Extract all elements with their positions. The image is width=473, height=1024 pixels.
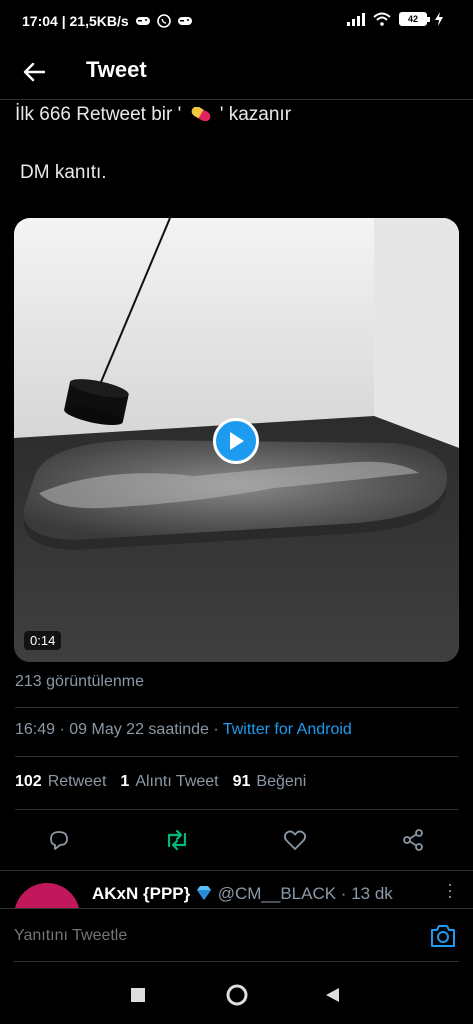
like-count: 91	[232, 773, 251, 790]
page-title: Tweet	[86, 57, 147, 82]
circle-icon	[226, 984, 248, 1006]
divider	[15, 756, 458, 757]
reply-header: AKxN {PPP} @CM__BLACK · 13 dk	[92, 883, 393, 904]
reply-author-name: AKxN {PPP}	[92, 884, 191, 903]
charging-icon	[435, 12, 443, 26]
divider	[14, 961, 459, 962]
tweet-source-link[interactable]: Twitter for Android	[223, 721, 352, 738]
reply-button[interactable]	[45, 826, 73, 854]
pill-emoji-icon	[191, 107, 210, 121]
system-navigation-bar	[0, 964, 473, 1024]
tweet-stats: 102 Retweet 1 Alıntı Tweet 91 Beğeni	[15, 773, 320, 791]
wifi-icon	[373, 12, 391, 26]
retweet-count: 102	[15, 773, 42, 790]
retweet-label: Retweet	[47, 773, 107, 790]
tweet-text-line-2: DM kanıtı.	[20, 162, 107, 183]
reply-composer	[0, 908, 473, 964]
tweet-text-after-emoji: ' kazanır	[219, 104, 292, 125]
like-button[interactable]	[281, 826, 309, 854]
camera-icon[interactable]	[429, 923, 457, 949]
quote-count: 1	[120, 773, 130, 790]
divider	[15, 707, 458, 708]
reply-preview[interactable]: AKxN {PPP} @CM__BLACK · 13 dk · · ·	[0, 870, 473, 910]
tweet-text-before-emoji: İlk 666 Retweet bir '	[15, 104, 182, 125]
battery-icon: 42	[399, 12, 430, 26]
status-time: 17:04 | 21,5KB/s	[22, 13, 129, 29]
home-button[interactable]	[226, 984, 248, 1011]
status-left: 17:04 | 21,5KB/s	[22, 13, 193, 29]
triangle-back-icon	[326, 988, 339, 1002]
tweet-actions	[0, 822, 473, 858]
reply-icon	[50, 831, 68, 850]
quote-label: Alıntı Tweet	[135, 773, 219, 790]
reply-handle-time: @CM__BLACK · 13 dk	[217, 884, 393, 903]
like-stat[interactable]: 91 Beğeni	[233, 773, 307, 791]
retweet-button[interactable]	[163, 826, 191, 854]
whatsapp-icon	[156, 14, 171, 28]
status-right: 42	[347, 12, 443, 26]
divider	[15, 809, 458, 810]
tweet-meta: 16:49 · 09 May 22 saatinde · Twitter for…	[15, 721, 352, 739]
quote-stat[interactable]: 1 Alıntı Tweet	[120, 773, 218, 791]
more-options-icon[interactable]: · · ·	[447, 875, 453, 905]
tweet-video[interactable]: 0:14	[14, 218, 459, 662]
share-button[interactable]	[399, 826, 427, 854]
retweet-icon	[167, 829, 187, 851]
like-label: Beğeni	[256, 773, 307, 790]
tweet-timestamp: 16:49 · 09 May 22 saatinde ·	[15, 721, 219, 738]
game-controller-icon	[177, 17, 192, 25]
recent-apps-button[interactable]	[131, 988, 145, 1007]
view-count: 213 görüntülenme	[15, 673, 144, 690]
avatar[interactable]	[14, 883, 80, 910]
retweet-stat[interactable]: 102 Retweet	[15, 773, 106, 791]
battery-level: 42	[407, 14, 418, 24]
video-duration: 0:14	[24, 631, 62, 650]
heart-icon	[283, 830, 307, 850]
status-bar: 17:04 | 21,5KB/s 42	[0, 0, 473, 44]
play-icon	[230, 432, 244, 450]
app-header: Tweet	[0, 44, 473, 100]
tweet-text-line-1: İlk 666 Retweet bir ' ' kazanır	[15, 104, 291, 126]
share-icon	[403, 829, 423, 851]
back-nav-button[interactable]	[325, 987, 341, 1008]
square-icon	[131, 988, 145, 1002]
play-button[interactable]	[213, 418, 259, 464]
diamond-emoji-icon	[197, 886, 211, 900]
game-controller-icon	[135, 17, 150, 25]
signal-icon	[347, 12, 365, 26]
reply-input[interactable]	[14, 927, 394, 945]
arrow-left-icon	[23, 62, 45, 82]
back-button[interactable]	[18, 56, 50, 88]
